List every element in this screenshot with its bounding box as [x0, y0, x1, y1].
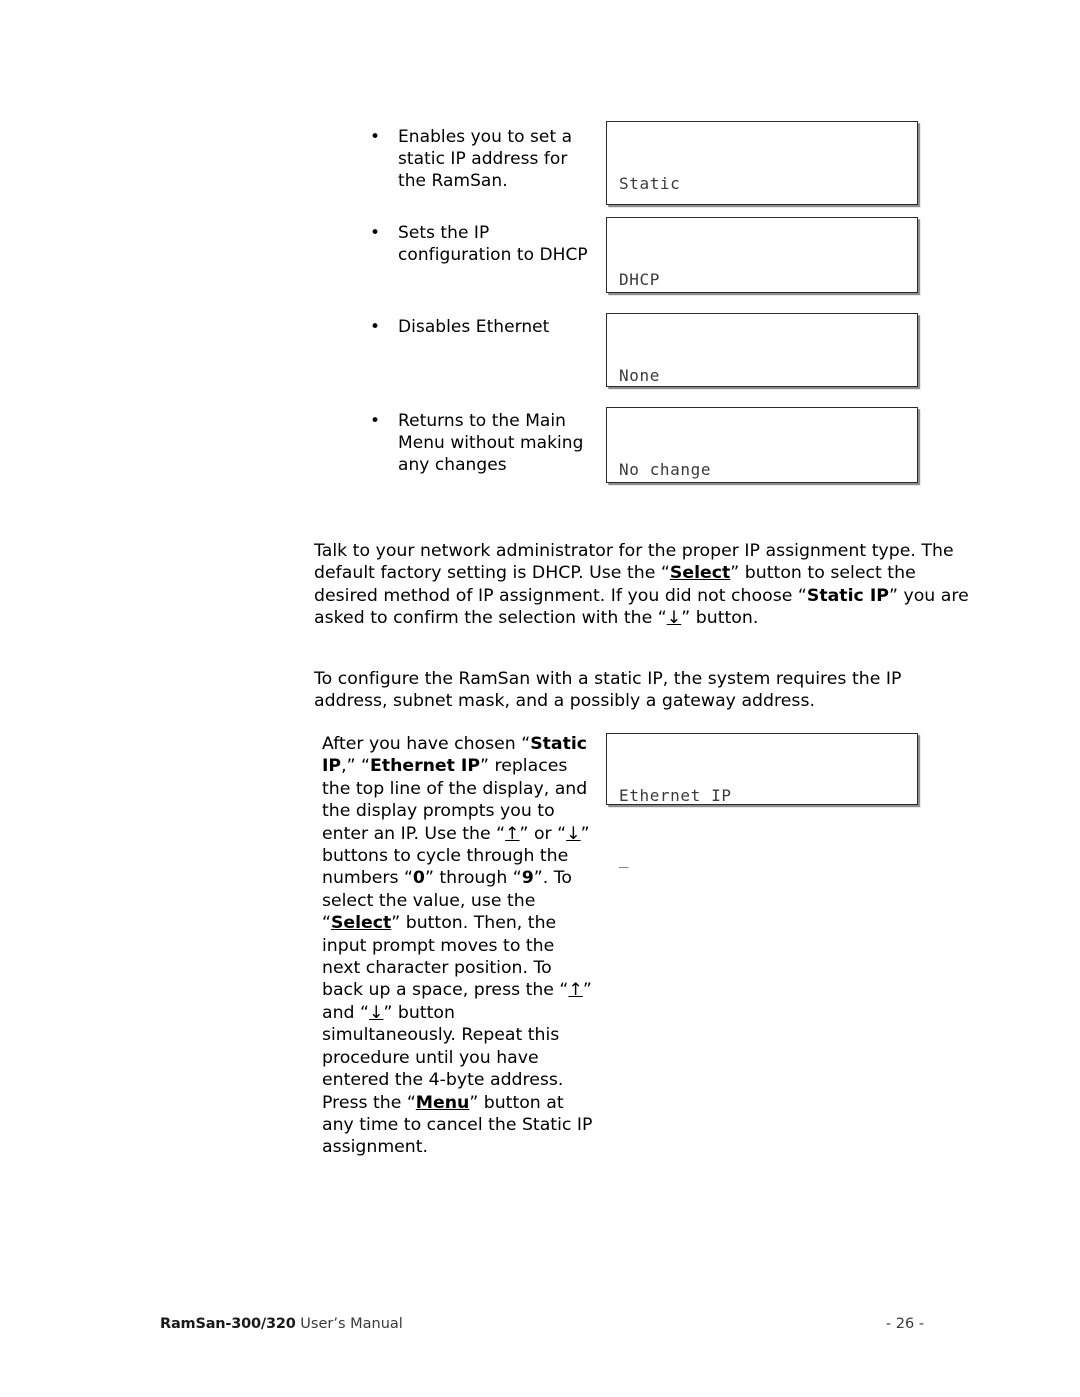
list-item-label: Enables you to set a static IP address f…	[398, 127, 573, 192]
lcd-display-ethernet-ip: Ethernet IP _	[606, 733, 918, 868]
lcd-display-no-change: No change	[606, 407, 918, 483]
list-item-label: Sets the IP configuration to DHCP	[398, 223, 588, 266]
ethernet-ip-reference: Ethernet IP	[370, 756, 481, 777]
digit-nine-reference: 9	[521, 868, 534, 889]
paragraph-text-part: ” or “	[519, 823, 567, 844]
lcd-line-1: No change	[619, 460, 712, 479]
paragraph-text: To configure the RamSan with a static IP…	[314, 669, 902, 712]
bullet-icon: •	[370, 223, 381, 243]
arrow-up-icon: ↑	[505, 823, 520, 844]
list-item-label: Returns to the Main Menu without making …	[398, 411, 584, 476]
lcd-line-1: DHCP	[619, 270, 660, 289]
paragraph-ip-assignment: Talk to your network administrator for t…	[314, 540, 974, 630]
arrow-up-icon: ↑	[568, 980, 583, 1001]
page-number: - 26 -	[885, 1316, 925, 1332]
list-item: • Returns to the Main Menu without makin…	[370, 410, 590, 477]
select-button-reference: Select	[669, 563, 731, 584]
lcd-line-2-cursor: _	[619, 849, 630, 868]
menu-button-reference: Menu	[415, 1092, 470, 1113]
footer-manual-title: RamSan-300/320 User’s Manual	[160, 1315, 403, 1333]
lcd-display-static: Static	[606, 121, 918, 205]
footer-brand: RamSan-300/320	[160, 1316, 296, 1332]
lcd-line-1: Ethernet IP	[619, 786, 732, 805]
lcd-line-1: None	[619, 366, 660, 385]
list-item: • Enables you to set a static IP address…	[370, 126, 590, 193]
paragraph-text-part: After you have chosen “	[322, 734, 531, 754]
select-button-reference: Select	[330, 913, 392, 934]
bullet-icon: •	[370, 317, 381, 337]
bullet-icon: •	[370, 127, 381, 147]
document-page: • Enables you to set a static IP address…	[0, 0, 1080, 1397]
arrow-down-icon: ↓	[666, 608, 682, 629]
list-item-label: Disables Ethernet	[398, 317, 550, 337]
static-ip-reference: Static IP	[806, 585, 889, 606]
arrow-down-icon: ↓	[566, 823, 581, 844]
paragraph-static-ip-requirements: To configure the RamSan with a static IP…	[314, 668, 974, 713]
lcd-display-dhcp: DHCP	[606, 217, 918, 293]
paragraph-text-part: ,” “	[341, 756, 371, 777]
footer-subtitle: User’s Manual	[295, 1316, 403, 1332]
footer-divider	[160, 1302, 922, 1303]
lcd-line-1: Static	[619, 174, 681, 193]
list-item: • Disables Ethernet	[370, 316, 590, 338]
paragraph-entering-static-ip: After you have chosen “Static IP,” “Ethe…	[322, 733, 594, 1159]
paragraph-text-part: ” button.	[681, 608, 759, 629]
paragraph-text-part: ” through “	[424, 868, 522, 889]
digit-zero-reference: 0	[412, 868, 425, 889]
arrow-down-icon: ↓	[368, 1002, 384, 1023]
bullet-icon: •	[370, 411, 381, 431]
lcd-display-none: None	[606, 313, 918, 387]
list-item: • Sets the IP configuration to DHCP	[370, 222, 590, 266]
